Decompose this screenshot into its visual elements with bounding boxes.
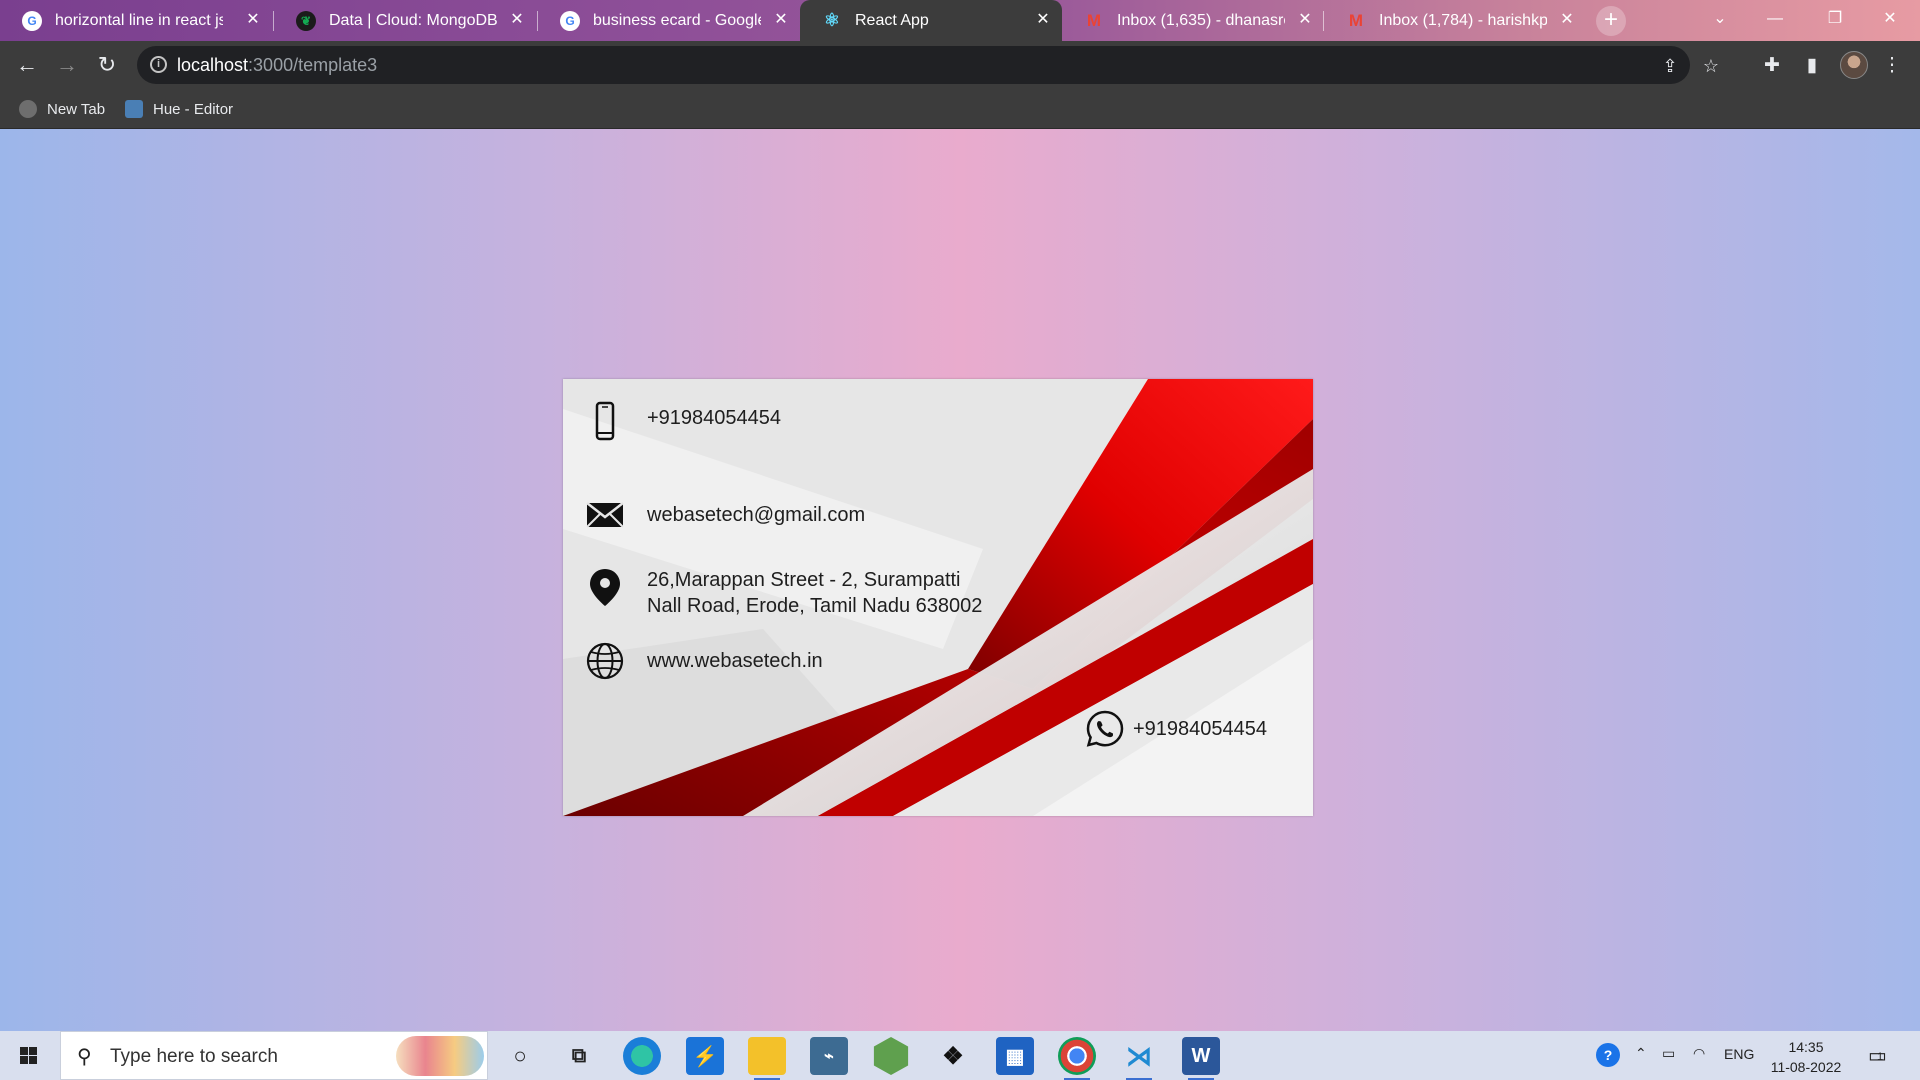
- address-line-2: Nall Road, Erode, Tamil Nadu 638002: [647, 595, 983, 617]
- tab-horizontal-line[interactable]: G horizontal line in react js - G ✕: [0, 0, 272, 41]
- taskbar-clock[interactable]: 14:35 11-08-2022: [1766, 1037, 1846, 1077]
- close-icon[interactable]: ✕: [244, 11, 262, 29]
- tab-inbox-harishkp[interactable]: M Inbox (1,784) - harishkp.19c ✕: [1324, 0, 1586, 41]
- forward-button[interactable]: →: [53, 51, 81, 79]
- windows-taskbar: ⚲ Type here to search ○ ⧉ ⚡ ⌁ ❖ ▦ ⋊ W ? …: [0, 1031, 1920, 1080]
- address-line-1: 26,Marappan Street - 2, Surampatti: [647, 569, 961, 591]
- extensions-icon[interactable]: ✚: [1760, 54, 1784, 78]
- new-tab-button[interactable]: +: [1596, 6, 1626, 36]
- react-icon: ⚛: [823, 10, 841, 30]
- gmail-icon: M: [1348, 10, 1364, 30]
- nodejs-icon[interactable]: [873, 1037, 909, 1075]
- close-icon[interactable]: ✕: [772, 11, 790, 29]
- edge-icon[interactable]: [623, 1037, 661, 1075]
- side-panel-icon[interactable]: ▮: [1800, 54, 1824, 78]
- chrome-icon[interactable]: [1058, 1037, 1096, 1080]
- close-icon[interactable]: ✕: [1296, 11, 1314, 29]
- search-highlight-doodle: [396, 1036, 484, 1076]
- clock-time: 14:35: [1788, 1039, 1824, 1055]
- menu-kebab-icon[interactable]: ⋮: [1880, 54, 1904, 78]
- notification-icon[interactable]: ▭ 1: [1868, 1043, 1887, 1068]
- mobile-phone-icon: [595, 401, 615, 441]
- website-url[interactable]: www.webasetech.in: [647, 648, 823, 674]
- tab-mongodb[interactable]: ❦ Data | Cloud: MongoDB Clo ✕: [274, 0, 536, 41]
- vscode-icon[interactable]: ⋊: [1120, 1037, 1158, 1080]
- back-button[interactable]: ←: [13, 51, 41, 79]
- bookmarks-bar: New Tab Hue - Editor: [0, 89, 1920, 129]
- azure-data-studio-icon[interactable]: ⚡: [686, 1037, 724, 1075]
- globe-icon: [19, 100, 37, 118]
- cortana-icon[interactable]: ○: [501, 1037, 539, 1075]
- whatsapp-icon: [1086, 710, 1124, 747]
- page-viewport: +91984054454 webasetech@gmail.com 26,Mar…: [0, 129, 1920, 1031]
- phone-number[interactable]: +91984054454: [647, 405, 781, 431]
- tab-react-app[interactable]: ⚛ React App ✕: [800, 0, 1062, 41]
- reload-button[interactable]: ↻: [93, 51, 121, 79]
- google-icon: G: [22, 10, 42, 31]
- bookmark-star-icon[interactable]: ☆: [1700, 55, 1722, 77]
- chevron-up-icon[interactable]: ⌃: [1635, 1045, 1647, 1062]
- clock-date: 11-08-2022: [1770, 1059, 1842, 1075]
- tab-inbox-dhanasreen[interactable]: M Inbox (1,635) - dhanasreen ✕: [1062, 0, 1324, 41]
- search-icon: ⚲: [77, 1046, 92, 1068]
- tab-business-ecard[interactable]: G business ecard - Google Se ✕: [538, 0, 800, 41]
- word-icon[interactable]: W: [1182, 1037, 1220, 1080]
- help-icon[interactable]: ?: [1596, 1043, 1620, 1067]
- close-icon[interactable]: ✕: [508, 11, 526, 29]
- task-view-icon[interactable]: ⧉: [560, 1037, 598, 1075]
- business-card: +91984054454 webasetech@gmail.com 26,Mar…: [563, 379, 1313, 816]
- site-info-icon[interactable]: i: [150, 56, 167, 73]
- bookmark-new-tab[interactable]: New Tab: [19, 97, 105, 121]
- url-text[interactable]: localhost:3000/template3: [177, 55, 377, 76]
- dropbox-icon[interactable]: ❖: [934, 1037, 972, 1075]
- browser-toolbar: ← → ↻ i localhost:3000/template3 ⇪ ☆ ✚ ▮…: [0, 41, 1920, 89]
- battery-icon[interactable]: ▭: [1662, 1045, 1675, 1062]
- notification-count: 1: [1877, 1051, 1884, 1063]
- bookmark-hue-editor[interactable]: Hue - Editor: [125, 97, 233, 121]
- hue-icon: [125, 100, 143, 118]
- email-address[interactable]: webasetech@gmail.com: [647, 502, 865, 528]
- taskbar-search-box[interactable]: ⚲ Type here to search: [60, 1031, 488, 1080]
- google-icon: G: [560, 10, 580, 31]
- restore-button[interactable]: ❐: [1805, 0, 1865, 40]
- file-explorer-icon[interactable]: [748, 1037, 786, 1080]
- whatsapp-number[interactable]: +91984054454: [1133, 716, 1267, 742]
- share-icon[interactable]: ⇪: [1659, 55, 1681, 77]
- envelope-icon: [586, 502, 624, 528]
- close-icon[interactable]: ✕: [1034, 11, 1052, 29]
- minimize-button[interactable]: —: [1745, 0, 1805, 40]
- windows-start-icon[interactable]: [0, 1031, 58, 1080]
- wifi-icon[interactable]: ◠: [1693, 1045, 1705, 1062]
- avatar[interactable]: [1840, 51, 1868, 79]
- gmail-icon: M: [1086, 10, 1102, 30]
- language-indicator[interactable]: ENG: [1724, 1046, 1754, 1062]
- close-window-button[interactable]: ✕: [1860, 0, 1920, 40]
- location-pin-icon: [590, 569, 620, 606]
- address-bar[interactable]: i localhost:3000/template3 ⇪ ☆: [137, 46, 1719, 84]
- globe-icon: [586, 642, 624, 680]
- tab-search-chevron-icon[interactable]: ⌄: [1690, 0, 1750, 40]
- store-icon[interactable]: ▦: [996, 1037, 1034, 1075]
- mysql-workbench-icon[interactable]: ⌁: [810, 1037, 848, 1075]
- browser-tab-strip: G horizontal line in react js - G ✕ ❦ Da…: [0, 0, 1920, 41]
- mongodb-icon: ❦: [296, 10, 316, 31]
- close-icon[interactable]: ✕: [1558, 11, 1576, 29]
